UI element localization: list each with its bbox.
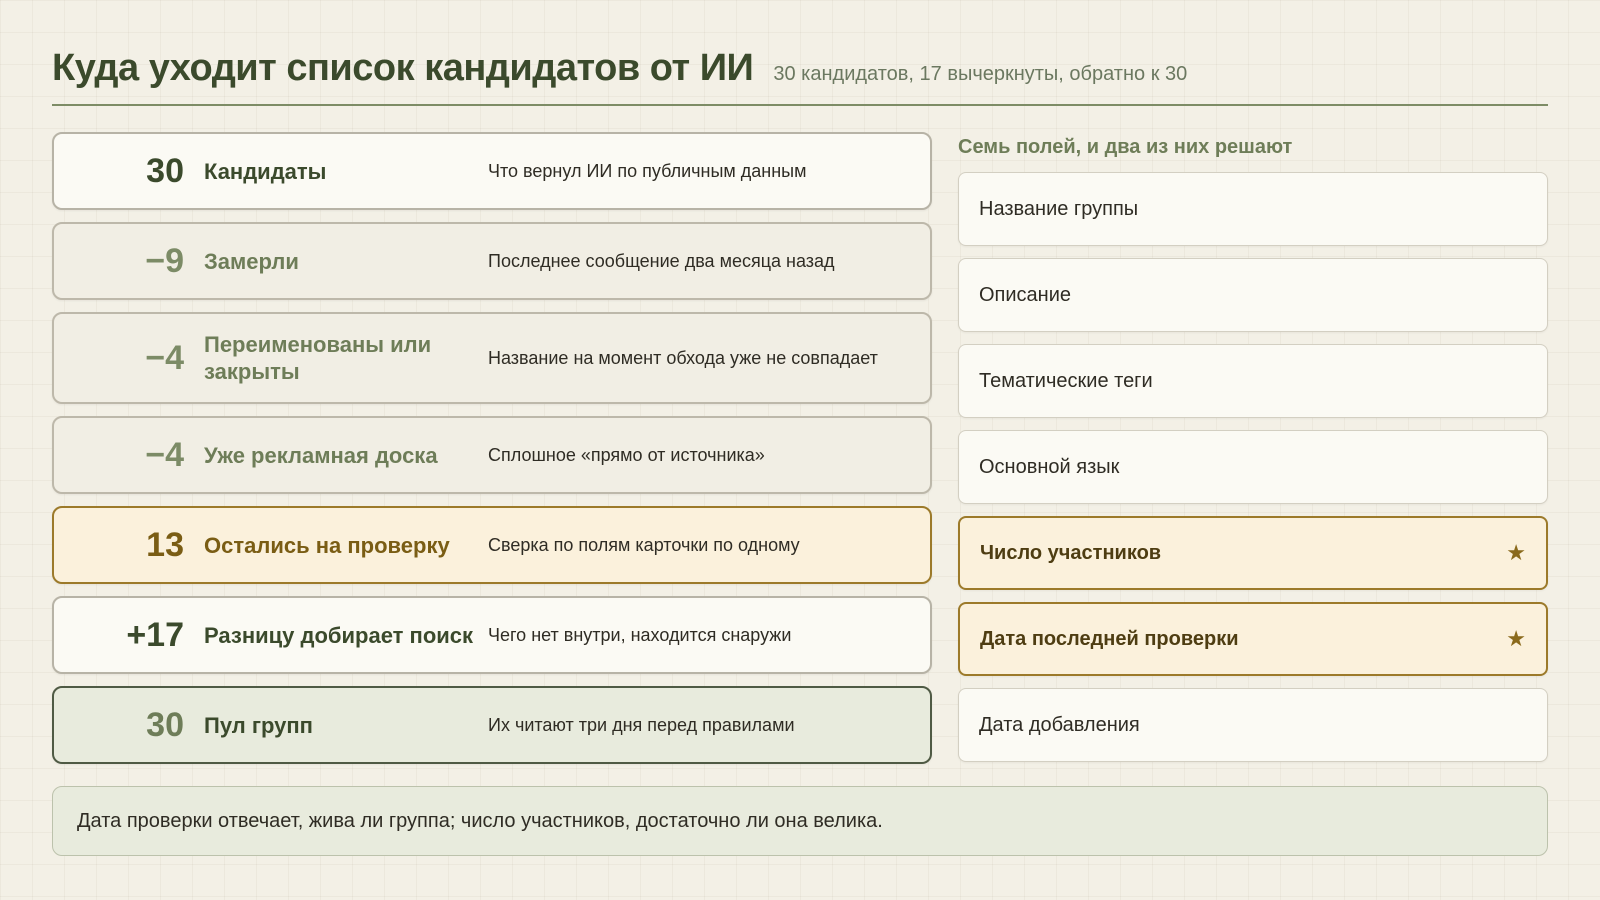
field-label: Описание	[979, 283, 1072, 306]
fields-heading: Семь полей, и два из них решают	[958, 136, 1293, 158]
funnel-label: Кандидаты	[204, 158, 327, 184]
field-date-added: Дата добавления	[958, 688, 1548, 762]
field-last-check-date: Дата последней проверки ★	[958, 602, 1548, 676]
funnel-value: +17	[126, 615, 184, 654]
funnel-label: Остались на проверку	[204, 532, 450, 558]
funnel-row-renamed: −4 Переименованы или закрыты Название на…	[52, 312, 932, 404]
field-label: Число участников	[980, 541, 1162, 564]
star-icon: ★	[1506, 540, 1526, 565]
header: Куда уходит список кандидатов от ИИ 30 к…	[52, 44, 1548, 106]
field-label: Основной язык	[979, 455, 1120, 478]
funnel-row-ad-board: −4 Уже рекламная доска Сплошное «прямо о…	[52, 416, 932, 494]
funnel-description: Последнее сообщение два месяца назад	[488, 250, 835, 271]
funnel-value: 30	[146, 705, 184, 744]
card-fields-panel: Семь полей, и два из них решают Название…	[958, 132, 1548, 774]
funnel-row-candidates: 30 Кандидаты Что вернул ИИ по публичным …	[52, 132, 932, 210]
funnel-row-pool: 30 Пул групп Их читают три дня перед пра…	[52, 686, 932, 764]
funnel-value: −4	[145, 338, 184, 377]
page-title: Куда уходит список кандидатов от ИИ	[52, 47, 754, 89]
funnel-description: Чего нет внутри, находится снаружи	[488, 624, 792, 645]
funnel-value: 13	[146, 525, 184, 564]
funnel-value: −4	[145, 435, 184, 474]
field-topic-tags: Тематические теги	[958, 344, 1548, 418]
funnel-description: Сплошное «прямо от источника»	[488, 444, 765, 465]
funnel-label: Замерли	[204, 248, 299, 274]
funnel-description: Название на момент обхода уже не совпада…	[488, 347, 878, 368]
funnel-label: Пул групп	[204, 712, 313, 738]
field-label: Название группы	[979, 197, 1139, 220]
field-description: Описание	[958, 258, 1548, 332]
funnel-label: Разницу добирает поиск	[204, 622, 474, 648]
field-member-count: Число участников ★	[958, 516, 1548, 590]
funnel-list: 30 Кандидаты Что вернул ИИ по публичным …	[52, 132, 932, 776]
field-group-name: Название группы	[958, 172, 1548, 246]
funnel-value: 30	[146, 151, 184, 190]
funnel-description: Их читают три дня перед правилами	[488, 714, 795, 735]
page-subtitle: 30 кандидатов, 17 вычеркнуты, обратно к …	[773, 63, 1188, 85]
funnel-value: −9	[145, 241, 184, 280]
field-label: Тематические теги	[979, 369, 1153, 392]
funnel-row-search: +17 Разницу добирает поиск Чего нет внут…	[52, 596, 932, 674]
field-main-language: Основной язык	[958, 430, 1548, 504]
field-label: Дата последней проверки	[980, 627, 1239, 650]
funnel-label: Уже рекламная доска	[204, 442, 438, 468]
funnel-description: Что вернул ИИ по публичным данным	[488, 160, 807, 181]
funnel-description: Сверка по полям карточки по одному	[488, 534, 800, 555]
star-icon: ★	[1506, 626, 1526, 651]
funnel-label: Переименованы или закрыты	[204, 332, 432, 384]
funnel-row-to-review: 13 Остались на проверку Сверка по полям …	[52, 506, 932, 584]
summary-note-text: Дата проверки отвечает, жива ли группа; …	[77, 809, 883, 832]
field-label: Дата добавления	[979, 713, 1140, 736]
funnel-row-stalled: −9 Замерли Последнее сообщение два месяц…	[52, 222, 932, 300]
summary-note: Дата проверки отвечает, жива ли группа; …	[52, 786, 1548, 856]
